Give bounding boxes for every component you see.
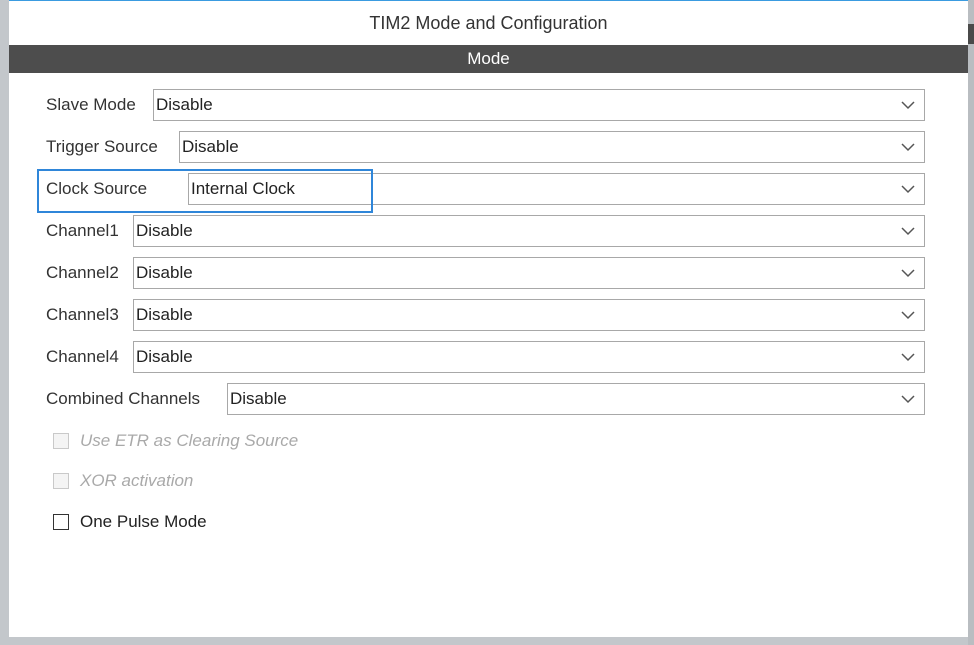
channel3-row: Channel3 Disable xyxy=(46,299,925,333)
chevron-down-icon xyxy=(901,185,915,194)
combined-channels-label: Combined Channels xyxy=(46,389,201,408)
channel4-select[interactable]: Disable xyxy=(133,341,925,373)
chevron-down-icon xyxy=(901,269,915,278)
edge-handle xyxy=(968,24,974,44)
chevron-down-icon xyxy=(901,101,915,110)
one-pulse-mode-label: One Pulse Mode xyxy=(80,512,207,531)
channel2-row: Channel2 Disable xyxy=(46,257,925,291)
mode-section-header[interactable]: Mode xyxy=(9,45,968,73)
channel1-label: Channel1 xyxy=(46,221,119,240)
chevron-down-icon xyxy=(901,227,915,236)
use-etr-clearing-label: Use ETR as Clearing Source xyxy=(80,431,299,450)
chevron-down-icon xyxy=(901,353,915,362)
trigger-source-value: Disable xyxy=(182,137,239,156)
slave-mode-label: Slave Mode xyxy=(46,95,136,114)
channel4-value: Disable xyxy=(136,347,193,366)
combined-channels-row: Combined Channels Disable xyxy=(46,383,925,417)
use-etr-clearing-checkbox[interactable] xyxy=(53,433,69,449)
chevron-down-icon xyxy=(901,143,915,152)
chevron-down-icon xyxy=(901,311,915,320)
combined-channels-value: Disable xyxy=(230,389,287,408)
channel3-value: Disable xyxy=(136,305,193,324)
trigger-source-label: Trigger Source xyxy=(46,137,158,156)
channel3-label: Channel3 xyxy=(46,305,119,324)
one-pulse-mode-checkbox[interactable] xyxy=(53,514,69,530)
slave-mode-value: Disable xyxy=(156,95,213,114)
window-edge xyxy=(968,0,974,645)
channel2-value: Disable xyxy=(136,263,193,282)
slave-mode-row: Slave Mode Disable xyxy=(46,89,925,123)
combined-channels-select[interactable]: Disable xyxy=(227,383,925,415)
channel2-select[interactable]: Disable xyxy=(133,257,925,289)
clock-source-highlight xyxy=(37,169,373,213)
channel3-select[interactable]: Disable xyxy=(133,299,925,331)
slave-mode-select[interactable]: Disable xyxy=(153,89,925,121)
trigger-source-row: Trigger Source Disable xyxy=(46,131,925,165)
xor-activation-checkbox[interactable] xyxy=(53,473,69,489)
xor-activation-label: XOR activation xyxy=(80,471,194,490)
channel2-label: Channel2 xyxy=(46,263,119,282)
trigger-source-select[interactable]: Disable xyxy=(179,131,925,163)
channel1-select[interactable]: Disable xyxy=(133,215,925,247)
chevron-down-icon xyxy=(901,395,915,404)
channel4-row: Channel4 Disable xyxy=(46,341,925,375)
tim2-config-panel: TIM2 Mode and Configuration Mode Slave M… xyxy=(9,0,968,637)
channel4-label: Channel4 xyxy=(46,347,119,366)
panel-title: TIM2 Mode and Configuration xyxy=(369,13,608,33)
channel1-row: Channel1 Disable xyxy=(46,215,925,249)
channel1-value: Disable xyxy=(136,221,193,240)
